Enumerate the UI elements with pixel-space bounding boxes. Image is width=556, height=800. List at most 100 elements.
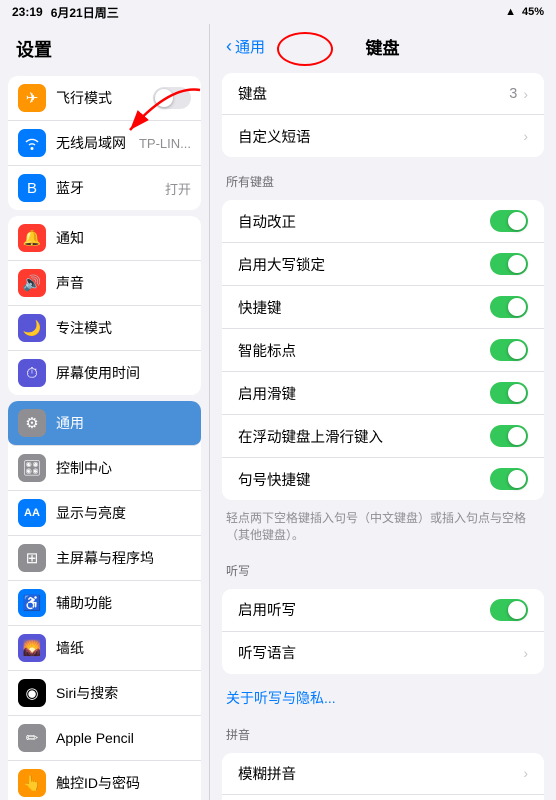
sound-label: 声音	[56, 273, 191, 293]
row-shortcuts[interactable]: 快捷键	[222, 286, 544, 329]
floating-keyboard-label: 在浮动键盘上滑行键入	[238, 426, 490, 447]
wifi-icon: ▲	[505, 6, 516, 18]
sidebar-item-display[interactable]: AA 显示与亮度	[8, 491, 201, 536]
notification-icon: 🔔	[18, 224, 46, 252]
pinyin-section: 拼音 模糊拼音 › 方言 无 › 空格键确认 轻触空格键确认第一个候选项。	[210, 716, 556, 800]
dictation-title: 听写	[210, 552, 556, 583]
floating-keyboard-toggle[interactable]	[490, 425, 528, 447]
keyboard-chevron-icon: ›	[523, 86, 528, 102]
keyboard-row-label: 键盘	[238, 83, 509, 104]
airplane-toggle[interactable]	[153, 87, 191, 109]
wifi-label: 无线局域网	[56, 133, 129, 153]
period-shortcut-label: 句号快捷键	[238, 469, 490, 490]
enable-dictation-toggle[interactable]	[490, 599, 528, 621]
sidebar-item-touchid[interactable]: 👆 触控ID与密码	[8, 761, 201, 800]
sidebar-item-wallpaper[interactable]: 🌄 墙纸	[8, 626, 201, 671]
custom-phrases-chevron-icon: ›	[523, 128, 528, 144]
wallpaper-icon: 🌄	[18, 634, 46, 662]
sidebar-item-sound[interactable]: 🔊 声音	[8, 261, 201, 306]
row-slide-to-type[interactable]: 启用滑键	[222, 372, 544, 415]
focus-icon: 🌙	[18, 314, 46, 342]
pencil-label: Apple Pencil	[56, 730, 191, 746]
sidebar-item-focus[interactable]: 🌙 专注模式	[8, 306, 201, 351]
row-dictation-language[interactable]: 听写语言 ›	[222, 632, 544, 674]
siri-label: Siri与搜索	[56, 683, 191, 703]
sidebar-item-homescreen[interactable]: ⊞ 主屏幕与程序坞	[8, 536, 201, 581]
smart-punctuation-label: 智能标点	[238, 340, 490, 361]
touchid-icon: 👆	[18, 769, 46, 797]
caps-lock-toggle[interactable]	[490, 253, 528, 275]
back-button[interactable]: ‹ 通用	[226, 36, 265, 57]
all-keyboards-section: 所有键盘 自动改正 启用大写锁定 快捷键 智能标点	[210, 163, 556, 552]
shortcuts-label: 快捷键	[238, 297, 490, 318]
period-shortcut-toggle[interactable]	[490, 468, 528, 490]
status-right: ▲ 45%	[505, 6, 544, 18]
row-fuzzy-pinyin[interactable]: 模糊拼音 ›	[222, 753, 544, 795]
pinyin-title: 拼音	[210, 716, 556, 747]
smart-punctuation-toggle[interactable]	[490, 339, 528, 361]
sidebar-item-control[interactable]: 🎛 控制中心	[8, 446, 201, 491]
dictation-privacy-link[interactable]: 关于听写与隐私...	[210, 680, 556, 716]
status-date: 6月21日周三	[51, 4, 119, 21]
row-smart-punctuation[interactable]: 智能标点	[222, 329, 544, 372]
all-keyboards-title: 所有键盘	[210, 163, 556, 194]
dictation-group: 启用听写 听写语言 ›	[222, 589, 544, 674]
sidebar-item-bluetooth[interactable]: B 蓝牙 打开	[8, 166, 201, 210]
sidebar-item-wifi[interactable]: 无线局域网 TP-LIN...	[8, 121, 201, 166]
sidebar-item-pencil[interactable]: ✏ Apple Pencil	[8, 716, 201, 761]
row-caps-lock[interactable]: 启用大写锁定	[222, 243, 544, 286]
general-icon: ⚙	[18, 409, 46, 437]
control-label: 控制中心	[56, 458, 191, 478]
accessibility-label: 辅助功能	[56, 593, 191, 613]
sidebar-item-airplane[interactable]: ✈ 飞行模式	[8, 76, 201, 121]
row-enable-dictation[interactable]: 启用听写	[222, 589, 544, 632]
back-label: 通用	[235, 36, 265, 57]
dictation-section: 听写 启用听写 听写语言 › 关于听写与隐私...	[210, 552, 556, 716]
status-left: 23:19 6月21日周三	[12, 4, 119, 21]
pinyin-group: 模糊拼音 › 方言 无 › 空格键确认	[222, 753, 544, 800]
enable-dictation-label: 启用听写	[238, 599, 490, 620]
dictation-language-label: 听写语言	[238, 642, 523, 663]
row-floating-keyboard[interactable]: 在浮动键盘上滑行键入	[222, 415, 544, 458]
wifi-icon	[18, 129, 46, 157]
row-period-shortcut[interactable]: 句号快捷键	[222, 458, 544, 500]
general-label: 通用	[56, 413, 191, 433]
battery-indicator: 45%	[522, 6, 544, 18]
row-autocorrect[interactable]: 自动改正	[222, 200, 544, 243]
custom-phrases-label: 自定义短语	[238, 126, 523, 147]
status-time: 23:19	[12, 5, 43, 19]
sidebar-item-accessibility[interactable]: ♿ 辅助功能	[8, 581, 201, 626]
autocorrect-toggle[interactable]	[490, 210, 528, 232]
bluetooth-icon: B	[18, 174, 46, 202]
caps-lock-label: 启用大写锁定	[238, 254, 490, 275]
shortcuts-toggle[interactable]	[490, 296, 528, 318]
sidebar-section-network: ✈ 飞行模式 无线局域网 TP-LIN... B 蓝牙 打开	[8, 76, 201, 210]
control-icon: 🎛	[18, 454, 46, 482]
autocorrect-label: 自动改正	[238, 211, 490, 232]
row-dialect[interactable]: 方言 无 ›	[222, 795, 544, 800]
sidebar-item-notification[interactable]: 🔔 通知	[8, 216, 201, 261]
screentime-label: 屏幕使用时间	[56, 363, 191, 383]
dictation-language-chevron-icon: ›	[523, 645, 528, 661]
sidebar: 设置 ✈ 飞行模式 无线局域网 TP-LIN...	[0, 24, 210, 800]
right-header: ‹ 通用 键盘	[210, 24, 556, 67]
wifi-value: TP-LIN...	[139, 136, 191, 151]
slide-to-type-label: 启用滑键	[238, 383, 490, 404]
row-keyboard[interactable]: 键盘 3 ›	[222, 73, 544, 115]
sidebar-item-general[interactable]: ⚙ 通用	[8, 401, 201, 446]
right-panel: ‹ 通用 键盘 键盘 3 › 自定义短语 › 所有键盘	[210, 24, 556, 800]
sidebar-item-screentime[interactable]: ⏱ 屏幕使用时间	[8, 351, 201, 395]
slide-to-type-toggle[interactable]	[490, 382, 528, 404]
all-keyboards-group: 自动改正 启用大写锁定 快捷键 智能标点 启用滑键	[222, 200, 544, 500]
touchid-label: 触控ID与密码	[56, 773, 191, 793]
wallpaper-label: 墙纸	[56, 638, 191, 658]
display-icon: AA	[18, 499, 46, 527]
fuzzy-pinyin-chevron-icon: ›	[523, 765, 528, 781]
row-custom-phrases[interactable]: 自定义短语 ›	[222, 115, 544, 157]
sidebar-item-siri[interactable]: ◉ Siri与搜索	[8, 671, 201, 716]
keyboard-nav-section: 键盘 3 › 自定义短语 ›	[222, 73, 544, 157]
sidebar-section-general: ⚙ 通用 🎛 控制中心 AA 显示与亮度 ⊞ 主屏幕与程序坞 ♿ 辅助功能 🌄	[8, 401, 201, 800]
main-layout: 设置 ✈ 飞行模式 无线局域网 TP-LIN...	[0, 24, 556, 800]
homescreen-icon: ⊞	[18, 544, 46, 572]
notification-label: 通知	[56, 228, 191, 248]
